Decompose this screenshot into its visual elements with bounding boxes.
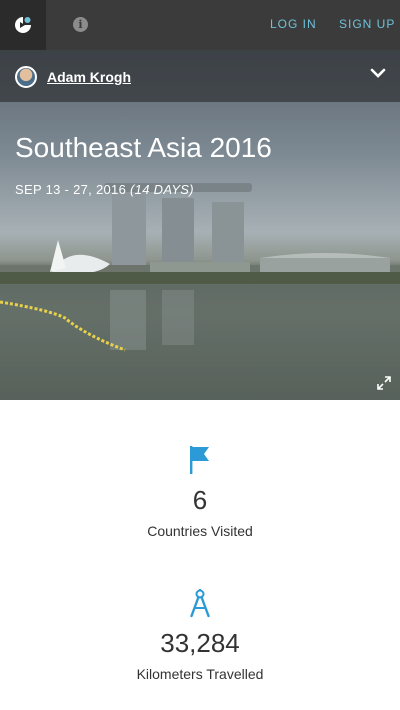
stat-countries: 6 Countries Visited [0, 445, 400, 539]
chevron-down-icon[interactable] [370, 68, 386, 80]
login-link[interactable]: LOG IN [270, 17, 317, 31]
countries-count: 6 [192, 485, 208, 515]
info-icon[interactable]: i [73, 17, 88, 32]
user-name-link[interactable]: Adam Krogh [47, 69, 131, 85]
avatar[interactable] [15, 66, 37, 88]
top-nav-bar: i LOG IN SIGN UP [0, 0, 400, 50]
compass-icon [190, 589, 210, 618]
trip-dates: SEP 13 - 27, 2016 (14 DAYS) [15, 182, 194, 197]
flag-icon [190, 446, 209, 474]
user-bar: Adam Krogh [0, 50, 400, 102]
countries-label: Countries Visited [147, 523, 253, 539]
cover-photo [0, 183, 400, 400]
trip-title: Southeast Asia 2016 [15, 132, 272, 163]
signup-link[interactable]: SIGN UP [339, 17, 395, 31]
expand-icon[interactable] [377, 376, 391, 390]
stat-distance: 33,284 Kilometers Travelled [0, 588, 400, 682]
distance-label: Kilometers Travelled [136, 666, 264, 682]
trip-hero: Adam Krogh Southeast Asia 2016 SEP 13 - … [0, 50, 400, 400]
distance-value: 33,284 [160, 628, 240, 658]
trip-duration: (14 DAYS) [130, 182, 194, 197]
trip-stats: 6 Countries Visited 33,284 Kilometers Tr… [0, 400, 400, 710]
trip-date-range: SEP 13 - 27, 2016 [15, 182, 127, 197]
app-logo-button[interactable] [0, 0, 46, 50]
app-logo-icon [15, 17, 31, 33]
